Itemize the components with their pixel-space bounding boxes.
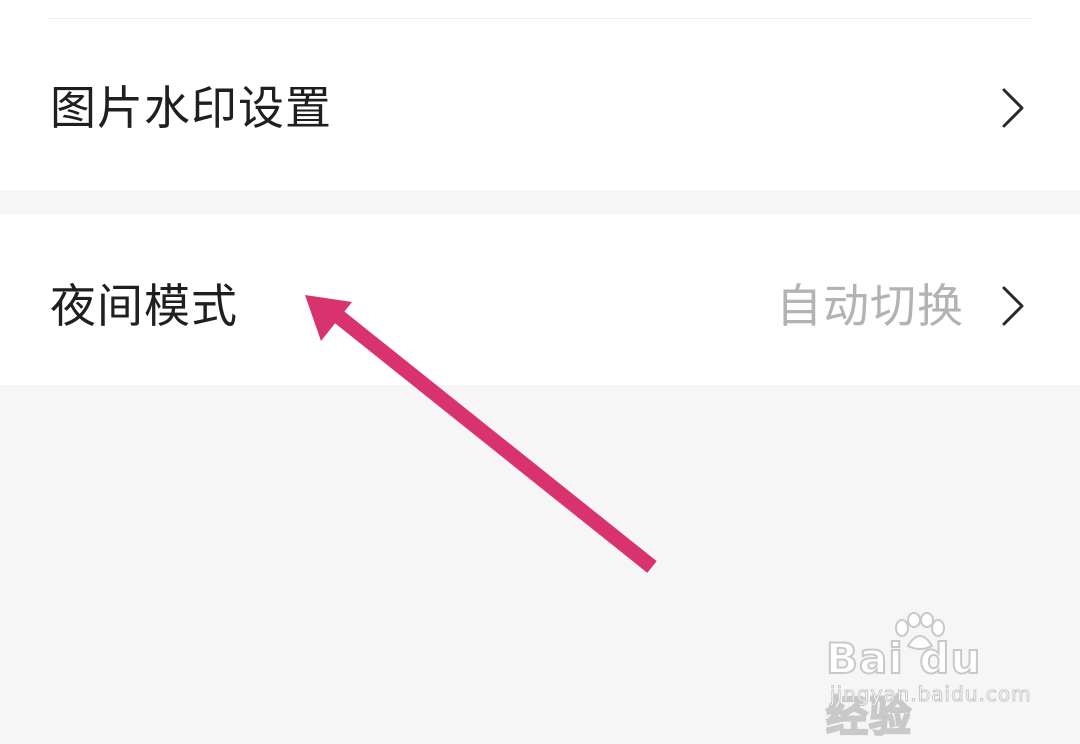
night-mode-label: 夜间模式 [50,279,238,333]
chevron-right-icon [1002,88,1024,128]
image-watermark-settings-row[interactable]: 图片水印设置 [0,60,1080,156]
baidu-jingyan-watermark: Bai du 经验 jingyan.baidu.com [825,612,1031,742]
divider [48,18,1032,19]
night-mode-row[interactable]: 夜间模式 自动切换 [0,258,1080,354]
watermark-url: jingyan.baidu.com [830,682,1032,707]
image-watermark-settings-label: 图片水印设置 [50,81,332,135]
chevron-right-icon [1002,286,1024,326]
night-mode-value: 自动切换 [776,279,964,333]
